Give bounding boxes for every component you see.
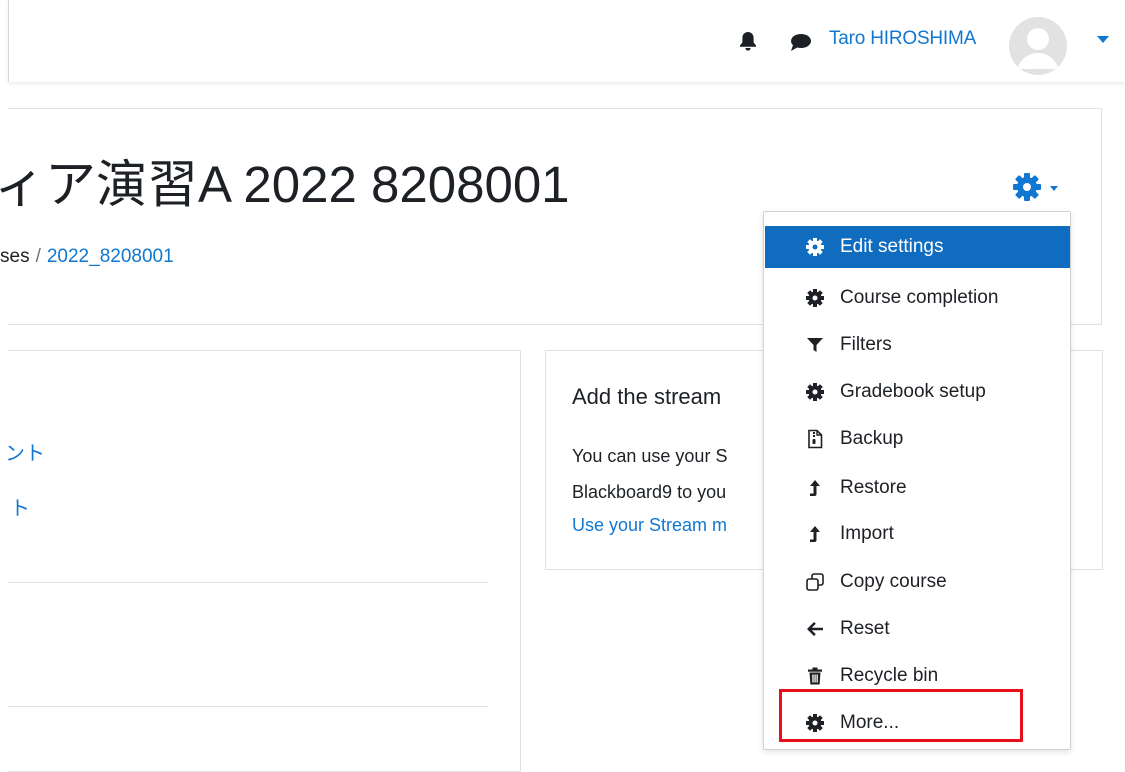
notification-bell-icon[interactable]	[737, 30, 759, 52]
menu-item-import[interactable]: Import	[765, 513, 1070, 555]
user-menu-name[interactable]: Taro HIROSHIMA	[829, 28, 976, 50]
course-link-1[interactable]: ント	[5, 437, 45, 466]
menu-item-copy-course[interactable]: Copy course	[765, 561, 1070, 603]
menu-item-label: Restore	[840, 477, 907, 498]
level-up-icon	[810, 526, 820, 542]
menu-item-backup[interactable]: Backup	[765, 418, 1070, 460]
stream-block-text: You can use your S	[572, 446, 728, 466]
gear-icon	[806, 383, 824, 401]
menu-item-label: Filters	[840, 334, 892, 355]
course-title: ィア演習A 2022 8208001	[0, 156, 570, 213]
stream-block-link[interactable]: Use your Stream m	[572, 515, 727, 536]
menu-item-filters[interactable]: Filters	[765, 324, 1070, 366]
menu-item-restore[interactable]: Restore	[765, 467, 1070, 509]
menu-item-edit-settings[interactable]: Edit settings	[765, 226, 1070, 268]
level-up-icon	[810, 480, 820, 496]
stream-block-text: Blackboard9 to you	[572, 482, 727, 502]
user-menu-caret-icon[interactable]	[1096, 34, 1110, 44]
breadcrumb: ses/ 2022_8208001	[0, 246, 174, 268]
gear-icon	[1013, 173, 1041, 201]
breadcrumb-item-course[interactable]: 2022_8208001	[47, 246, 174, 267]
course-actions-gear-button[interactable]	[1012, 170, 1072, 204]
menu-item-course-completion[interactable]: Course completion	[765, 277, 1070, 319]
file-archive-icon	[808, 429, 823, 449]
course-actions-menu: Edit settings Course completion Filters	[763, 211, 1071, 750]
highlight-annotation	[779, 689, 1023, 742]
menu-item-reset[interactable]: Reset	[765, 608, 1070, 650]
menu-item-label: Gradebook setup	[840, 381, 986, 402]
stream-block-title: Add the stream	[572, 384, 722, 409]
divider	[8, 582, 488, 583]
breadcrumb-separator: /	[35, 246, 41, 267]
arrow-left-icon	[807, 622, 823, 636]
copy-icon	[806, 573, 824, 591]
menu-item-gradebook-setup[interactable]: Gradebook setup	[765, 371, 1070, 413]
menu-item-label: Edit settings	[840, 236, 944, 257]
menu-item-label: Recycle bin	[840, 665, 939, 686]
user-avatar[interactable]	[1009, 17, 1067, 75]
filter-icon	[807, 338, 823, 352]
divider	[8, 706, 488, 707]
menu-item-label: Import	[840, 523, 894, 544]
gear-icon	[806, 289, 824, 307]
trash-icon	[808, 667, 822, 685]
menu-item-label: Reset	[840, 618, 890, 639]
course-content-card	[8, 350, 521, 772]
top-navbar: Taro HIROSHIMA	[8, 0, 1125, 82]
menu-item-label: Copy course	[840, 571, 947, 592]
gear-icon	[806, 238, 824, 256]
menu-item-label: Backup	[840, 428, 904, 449]
default-user-icon	[1009, 17, 1067, 75]
messages-icon[interactable]	[789, 32, 813, 52]
menu-item-label: Course completion	[840, 287, 999, 308]
course-link-2[interactable]: ト	[10, 492, 30, 521]
chevron-down-icon	[1050, 186, 1058, 191]
breadcrumb-item-courses[interactable]: ses	[0, 246, 30, 267]
